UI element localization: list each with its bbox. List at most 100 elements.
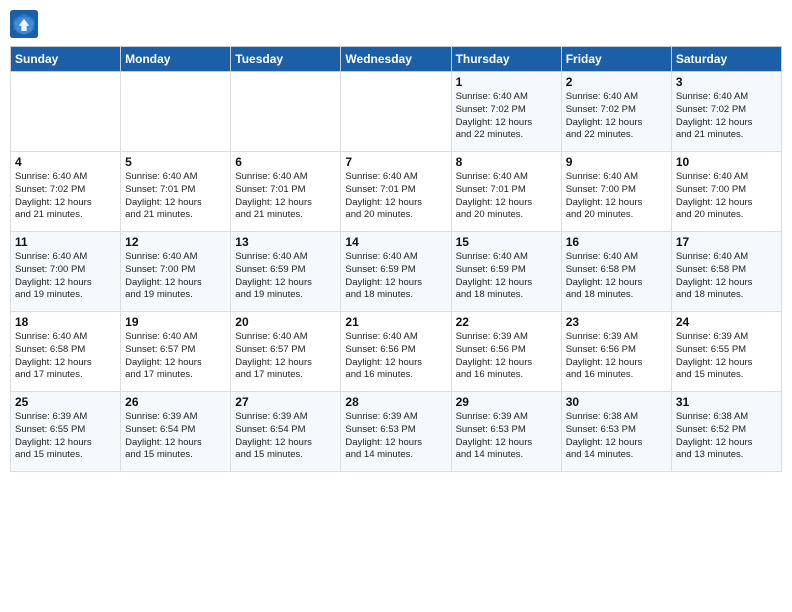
- day-cell: 7 Sunrise: 6:40 AM Sunset: 7:01 PM Daylig…: [341, 152, 451, 232]
- day-number: 19: [125, 315, 226, 329]
- week-row-2: 4 Sunrise: 6:40 AM Sunset: 7:02 PM Daylig…: [11, 152, 782, 232]
- day-info: Sunrise: 6:40 AM Sunset: 6:57 PM Dayligh…: [235, 331, 336, 382]
- day-cell: 22 Sunrise: 6:39 AM Sunset: 6:56 PM Dayli…: [451, 312, 561, 392]
- week-row-1: 1 Sunrise: 6:40 AM Sunset: 7:02 PM Daylig…: [11, 72, 782, 152]
- day-header-tuesday: Tuesday: [231, 47, 341, 72]
- day-number: 13: [235, 235, 336, 249]
- day-cell: [231, 72, 341, 152]
- logo: [10, 10, 42, 38]
- day-header-monday: Monday: [121, 47, 231, 72]
- day-info: Sunrise: 6:40 AM Sunset: 6:58 PM Dayligh…: [676, 251, 777, 302]
- week-row-4: 18 Sunrise: 6:40 AM Sunset: 6:58 PM Dayli…: [11, 312, 782, 392]
- day-info: Sunrise: 6:40 AM Sunset: 6:59 PM Dayligh…: [235, 251, 336, 302]
- day-number: 12: [125, 235, 226, 249]
- day-number: 9: [566, 155, 667, 169]
- day-cell: 27 Sunrise: 6:39 AM Sunset: 6:54 PM Dayli…: [231, 392, 341, 472]
- day-info: Sunrise: 6:40 AM Sunset: 7:02 PM Dayligh…: [456, 91, 557, 142]
- day-header-saturday: Saturday: [671, 47, 781, 72]
- calendar-header: SundayMondayTuesdayWednesdayThursdayFrid…: [11, 47, 782, 72]
- day-number: 14: [345, 235, 446, 249]
- day-number: 29: [456, 395, 557, 409]
- day-info: Sunrise: 6:39 AM Sunset: 6:54 PM Dayligh…: [235, 411, 336, 462]
- day-info: Sunrise: 6:38 AM Sunset: 6:53 PM Dayligh…: [566, 411, 667, 462]
- day-number: 6: [235, 155, 336, 169]
- day-cell: 9 Sunrise: 6:40 AM Sunset: 7:00 PM Daylig…: [561, 152, 671, 232]
- day-info: Sunrise: 6:40 AM Sunset: 7:00 PM Dayligh…: [125, 251, 226, 302]
- day-info: Sunrise: 6:40 AM Sunset: 7:02 PM Dayligh…: [566, 91, 667, 142]
- day-cell: 14 Sunrise: 6:40 AM Sunset: 6:59 PM Dayli…: [341, 232, 451, 312]
- day-number: 7: [345, 155, 446, 169]
- day-cell: 15Sunrise: 6:40 AM Sunset: 6:59 PM Dayli…: [451, 232, 561, 312]
- day-cell: 11 Sunrise: 6:40 AM Sunset: 7:00 PM Dayli…: [11, 232, 121, 312]
- day-info: Sunrise: 6:39 AM Sunset: 6:55 PM Dayligh…: [676, 331, 777, 382]
- day-number: 1: [456, 75, 557, 89]
- day-cell: 17 Sunrise: 6:40 AM Sunset: 6:58 PM Dayli…: [671, 232, 781, 312]
- day-cell: [121, 72, 231, 152]
- day-info: Sunrise: 6:40 AM Sunset: 7:00 PM Dayligh…: [15, 251, 116, 302]
- day-cell: 2 Sunrise: 6:40 AM Sunset: 7:02 PM Daylig…: [561, 72, 671, 152]
- week-row-3: 11 Sunrise: 6:40 AM Sunset: 7:00 PM Dayli…: [11, 232, 782, 312]
- day-info: Sunrise: 6:40 AM Sunset: 7:01 PM Dayligh…: [125, 171, 226, 222]
- day-number: 22: [456, 315, 557, 329]
- day-cell: 18 Sunrise: 6:40 AM Sunset: 6:58 PM Dayli…: [11, 312, 121, 392]
- day-info: Sunrise: 6:38 AM Sunset: 6:52 PM Dayligh…: [676, 411, 777, 462]
- day-cell: 3 Sunrise: 6:40 AM Sunset: 7:02 PM Daylig…: [671, 72, 781, 152]
- day-cell: [11, 72, 121, 152]
- day-cell: 31Sunrise: 6:38 AM Sunset: 6:52 PM Dayli…: [671, 392, 781, 472]
- day-number: 20: [235, 315, 336, 329]
- day-number: 8: [456, 155, 557, 169]
- day-number: 11: [15, 235, 116, 249]
- day-info: Sunrise: 6:40 AM Sunset: 7:01 PM Dayligh…: [345, 171, 446, 222]
- day-info: Sunrise: 6:39 AM Sunset: 6:55 PM Dayligh…: [15, 411, 116, 462]
- day-info: Sunrise: 6:40 AM Sunset: 6:57 PM Dayligh…: [125, 331, 226, 382]
- day-cell: 29 Sunrise: 6:39 AM Sunset: 6:53 PM Dayli…: [451, 392, 561, 472]
- day-number: 27: [235, 395, 336, 409]
- day-info: Sunrise: 6:40 AM Sunset: 7:02 PM Dayligh…: [15, 171, 116, 222]
- day-info: Sunrise: 6:39 AM Sunset: 6:56 PM Dayligh…: [456, 331, 557, 382]
- calendar-table: SundayMondayTuesdayWednesdayThursdayFrid…: [10, 46, 782, 472]
- day-number: 17: [676, 235, 777, 249]
- day-info: Sunrise: 6:39 AM Sunset: 6:53 PM Dayligh…: [456, 411, 557, 462]
- day-info: Sunrise: 6:40 AM Sunset: 6:59 PM Dayligh…: [456, 251, 557, 302]
- day-info: Sunrise: 6:40 AM Sunset: 6:56 PM Dayligh…: [345, 331, 446, 382]
- day-header-sunday: Sunday: [11, 47, 121, 72]
- day-header-thursday: Thursday: [451, 47, 561, 72]
- day-cell: 5 Sunrise: 6:40 AM Sunset: 7:01 PM Daylig…: [121, 152, 231, 232]
- day-number: 30: [566, 395, 667, 409]
- day-cell: 12 Sunrise: 6:40 AM Sunset: 7:00 PM Dayli…: [121, 232, 231, 312]
- day-info: Sunrise: 6:40 AM Sunset: 6:58 PM Dayligh…: [566, 251, 667, 302]
- day-cell: 6 Sunrise: 6:40 AM Sunset: 7:01 PM Daylig…: [231, 152, 341, 232]
- day-cell: 21 Sunrise: 6:40 AM Sunset: 6:56 PM Dayli…: [341, 312, 451, 392]
- page-header: [10, 10, 782, 38]
- day-info: Sunrise: 6:40 AM Sunset: 7:00 PM Dayligh…: [566, 171, 667, 222]
- day-header-wednesday: Wednesday: [341, 47, 451, 72]
- day-number: 23: [566, 315, 667, 329]
- day-cell: 23 Sunrise: 6:39 AM Sunset: 6:56 PM Dayli…: [561, 312, 671, 392]
- day-cell: [341, 72, 451, 152]
- day-number: 3: [676, 75, 777, 89]
- day-info: Sunrise: 6:40 AM Sunset: 7:02 PM Dayligh…: [676, 91, 777, 142]
- day-info: Sunrise: 6:40 AM Sunset: 7:01 PM Dayligh…: [235, 171, 336, 222]
- day-cell: 25 Sunrise: 6:39 AM Sunset: 6:55 PM Dayli…: [11, 392, 121, 472]
- day-info: Sunrise: 6:40 AM Sunset: 6:58 PM Dayligh…: [15, 331, 116, 382]
- day-cell: 10Sunrise: 6:40 AM Sunset: 7:00 PM Dayli…: [671, 152, 781, 232]
- day-info: Sunrise: 6:39 AM Sunset: 6:53 PM Dayligh…: [345, 411, 446, 462]
- day-number: 4: [15, 155, 116, 169]
- day-number: 25: [15, 395, 116, 409]
- day-info: Sunrise: 6:39 AM Sunset: 6:56 PM Dayligh…: [566, 331, 667, 382]
- day-number: 5: [125, 155, 226, 169]
- day-info: Sunrise: 6:40 AM Sunset: 6:59 PM Dayligh…: [345, 251, 446, 302]
- day-number: 28: [345, 395, 446, 409]
- day-info: Sunrise: 6:39 AM Sunset: 6:54 PM Dayligh…: [125, 411, 226, 462]
- day-number: 18: [15, 315, 116, 329]
- day-cell: 20 Sunrise: 6:40 AM Sunset: 6:57 PM Dayli…: [231, 312, 341, 392]
- day-number: 21: [345, 315, 446, 329]
- day-info: Sunrise: 6:40 AM Sunset: 7:01 PM Dayligh…: [456, 171, 557, 222]
- day-cell: 19 Sunrise: 6:40 AM Sunset: 6:57 PM Dayli…: [121, 312, 231, 392]
- day-cell: 13 Sunrise: 6:40 AM Sunset: 6:59 PM Dayli…: [231, 232, 341, 312]
- day-number: 16: [566, 235, 667, 249]
- day-number: 2: [566, 75, 667, 89]
- day-cell: 4 Sunrise: 6:40 AM Sunset: 7:02 PM Daylig…: [11, 152, 121, 232]
- day-cell: 1 Sunrise: 6:40 AM Sunset: 7:02 PM Daylig…: [451, 72, 561, 152]
- day-cell: 26Sunrise: 6:39 AM Sunset: 6:54 PM Dayli…: [121, 392, 231, 472]
